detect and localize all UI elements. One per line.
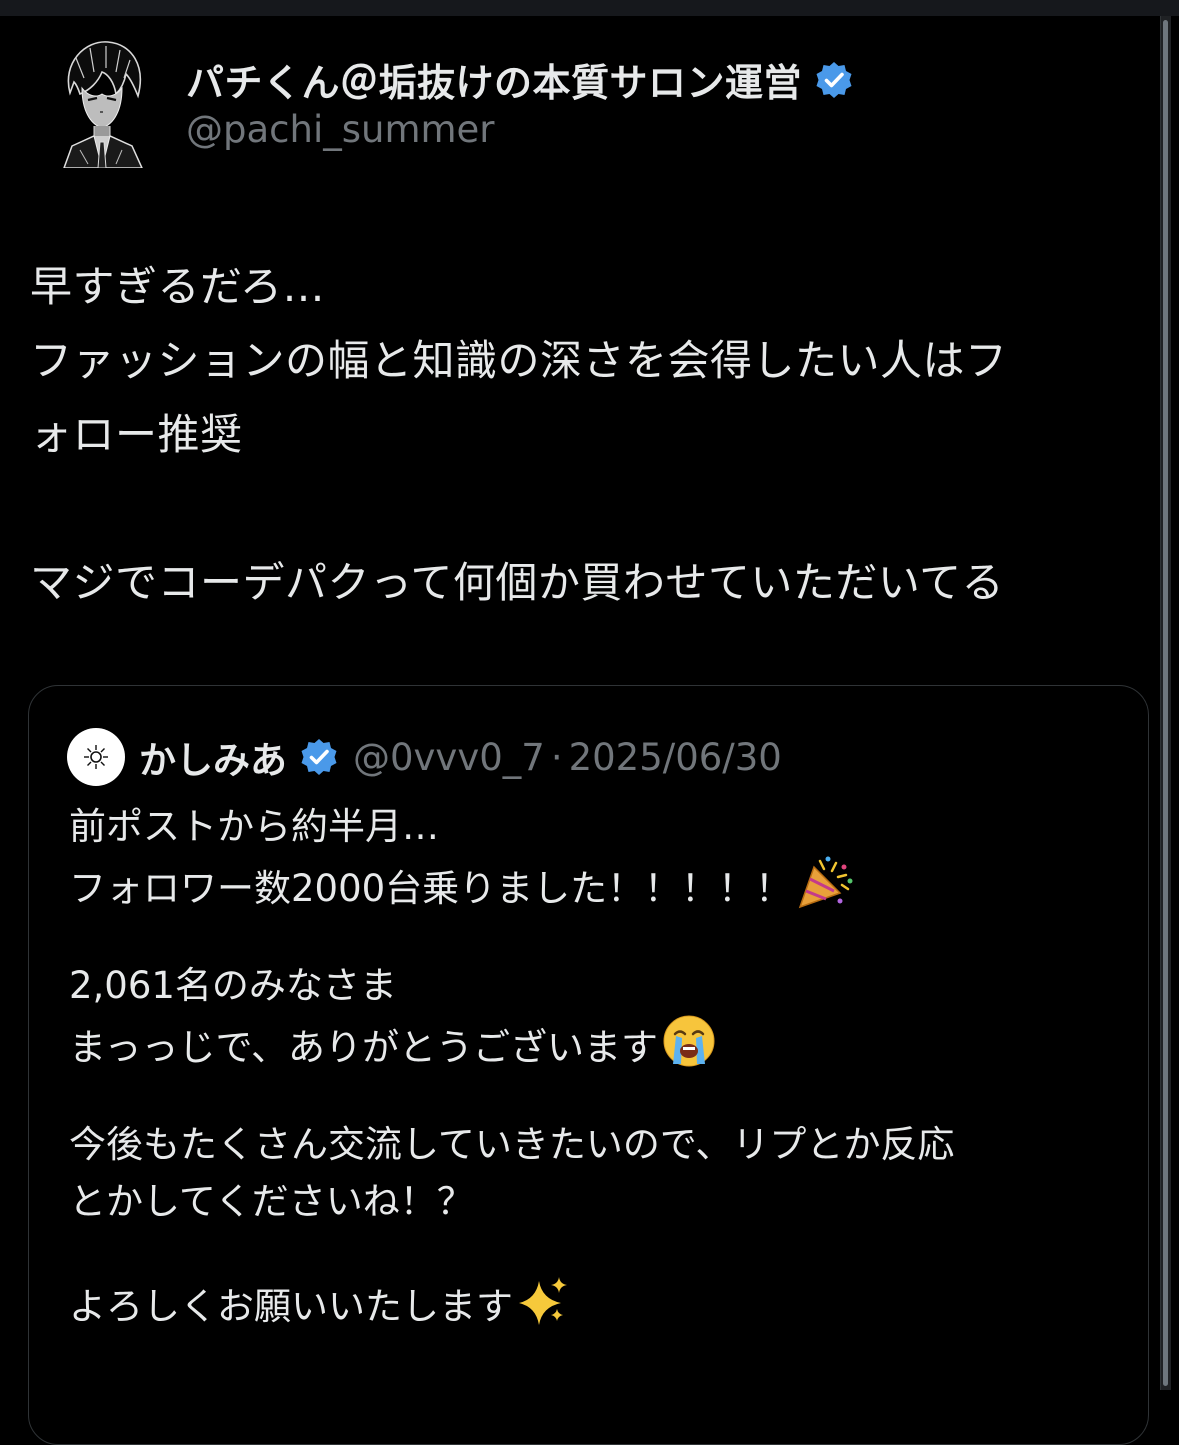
quoted-post-header: かしみあ @0vvv0_7 · 2025/06/30 bbox=[67, 728, 782, 786]
scrollbar[interactable] bbox=[1160, 16, 1171, 1390]
sun-logo-icon bbox=[84, 745, 108, 769]
post-line bbox=[30, 472, 1140, 546]
quoted-post-card[interactable]: かしみあ @0vvv0_7 · 2025/06/30 前ポストから約半月… フォ… bbox=[28, 685, 1149, 1445]
author-row[interactable]: パチくん＠垢抜けの本質サロン運営 bbox=[186, 52, 854, 107]
quoted-line-text: まっっじで、ありがとうございます bbox=[69, 1026, 659, 1069]
quoted-line: 前ポストから約半月… bbox=[69, 805, 439, 848]
quoted-post-date[interactable]: 2025/06/30 bbox=[569, 736, 782, 779]
meta-separator: · bbox=[550, 735, 563, 779]
scrollbar-thumb[interactable] bbox=[1163, 20, 1168, 1386]
quoted-line-text: よろしくお願いいたします bbox=[69, 1285, 513, 1328]
post-line: マジでコーデパクって何個か買わせていただいてる bbox=[30, 558, 1005, 607]
post-body: 早すぎるだろ… ファッションの幅と知識の深さを会得したい人はフ ォロー推奨 マジ… bbox=[30, 250, 1140, 620]
top-bar bbox=[0, 0, 1179, 16]
post-line: ォロー推奨 bbox=[30, 410, 243, 459]
quoted-author-avatar[interactable] bbox=[67, 728, 125, 786]
quoted-line-text: フォロワー数2000台乗りました！！！！！ bbox=[69, 867, 793, 910]
quoted-author-handle[interactable]: @0vvv0_7 bbox=[353, 736, 545, 779]
quoted-author-name[interactable]: かしみあ bbox=[139, 730, 287, 784]
quoted-line: フォロワー数2000台乗りました！！！！！ bbox=[69, 855, 1129, 912]
author-handle[interactable]: @pachi_summer bbox=[186, 108, 495, 151]
quoted-line: とかしてくださいね！？ bbox=[69, 1180, 474, 1223]
author-avatar[interactable] bbox=[50, 38, 154, 168]
quoted-post-body: 前ポストから約半月… フォロワー数2000台乗りました！！！！！ 2,061名の… bbox=[69, 798, 1129, 1332]
quoted-line: よろしくお願いいたします bbox=[69, 1275, 1129, 1332]
post-line: ファッションの幅と知識の深さを会得したい人はフ bbox=[30, 336, 1008, 385]
quoted-line: まっっじで、ありがとうございます bbox=[69, 1014, 1129, 1071]
crying-face-icon bbox=[663, 1015, 715, 1067]
post-line: 早すぎるだろ… bbox=[30, 262, 325, 311]
quoted-line: 2,061名のみなさま bbox=[69, 964, 397, 1007]
verified-badge-icon bbox=[816, 61, 852, 98]
verified-badge-icon bbox=[301, 739, 337, 775]
sparkles-icon bbox=[519, 1277, 567, 1325]
quoted-line: 今後もたくさん交流していきたいので、リプとか反応 bbox=[69, 1123, 955, 1166]
party-popper-icon bbox=[798, 856, 853, 909]
author-name[interactable]: パチくん＠垢抜けの本質サロン運営 bbox=[186, 52, 802, 107]
